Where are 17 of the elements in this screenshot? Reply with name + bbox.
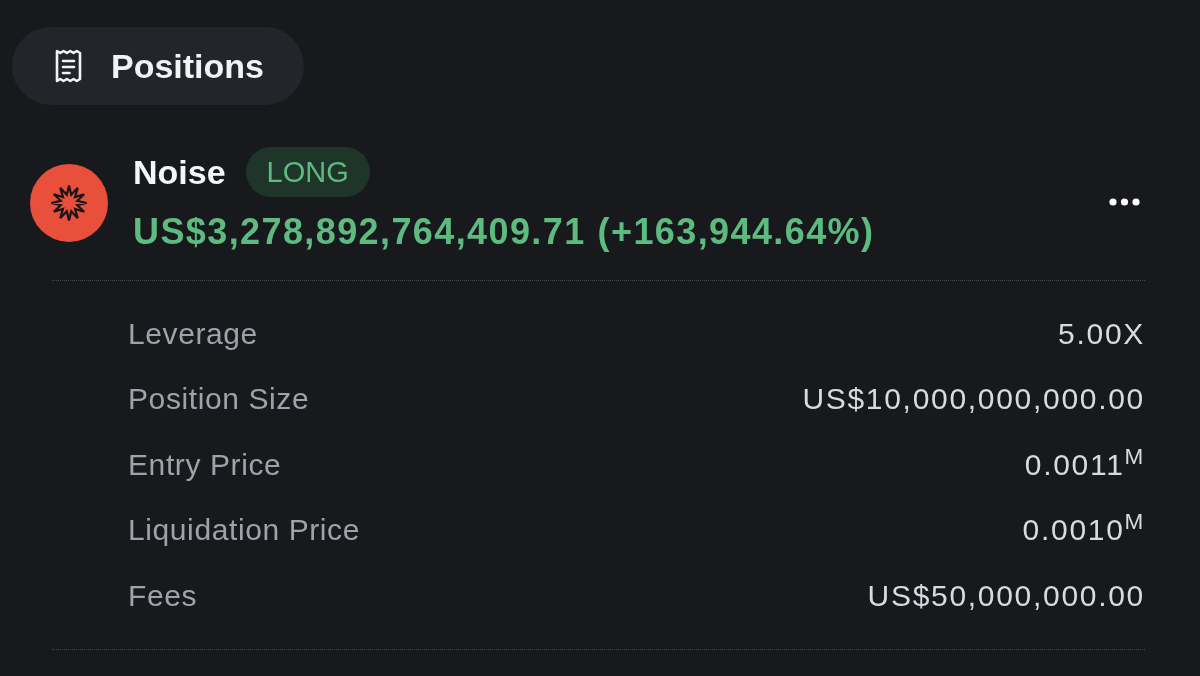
- more-icon[interactable]: [1109, 198, 1140, 206]
- detail-label: Entry Price: [128, 449, 282, 480]
- detail-label: Leverage: [128, 318, 258, 349]
- detail-value: 0.0010$^{M}$: [1022, 515, 1145, 546]
- detail-value: US$10,000,000,000.00: [802, 384, 1145, 415]
- pnl-amount: US$3,278,892,764,409.71: [133, 212, 586, 252]
- detail-label: Liquidation Price: [128, 515, 360, 546]
- section-title: Positions: [111, 49, 265, 83]
- detail-value: US$50,000,000.00: [867, 580, 1145, 611]
- side-badge: LONG: [245, 147, 370, 197]
- detail-label: Position Size: [128, 384, 310, 415]
- detail-value: 0.0011$^{M}$: [1024, 449, 1145, 480]
- detail-label: Fees: [128, 580, 198, 611]
- market-name: Noise: [133, 155, 226, 189]
- pnl-percent: (+163,944.64%): [597, 212, 875, 252]
- starburst-avatar-icon: [30, 164, 108, 242]
- detail-value: 5.00X: [1058, 318, 1145, 349]
